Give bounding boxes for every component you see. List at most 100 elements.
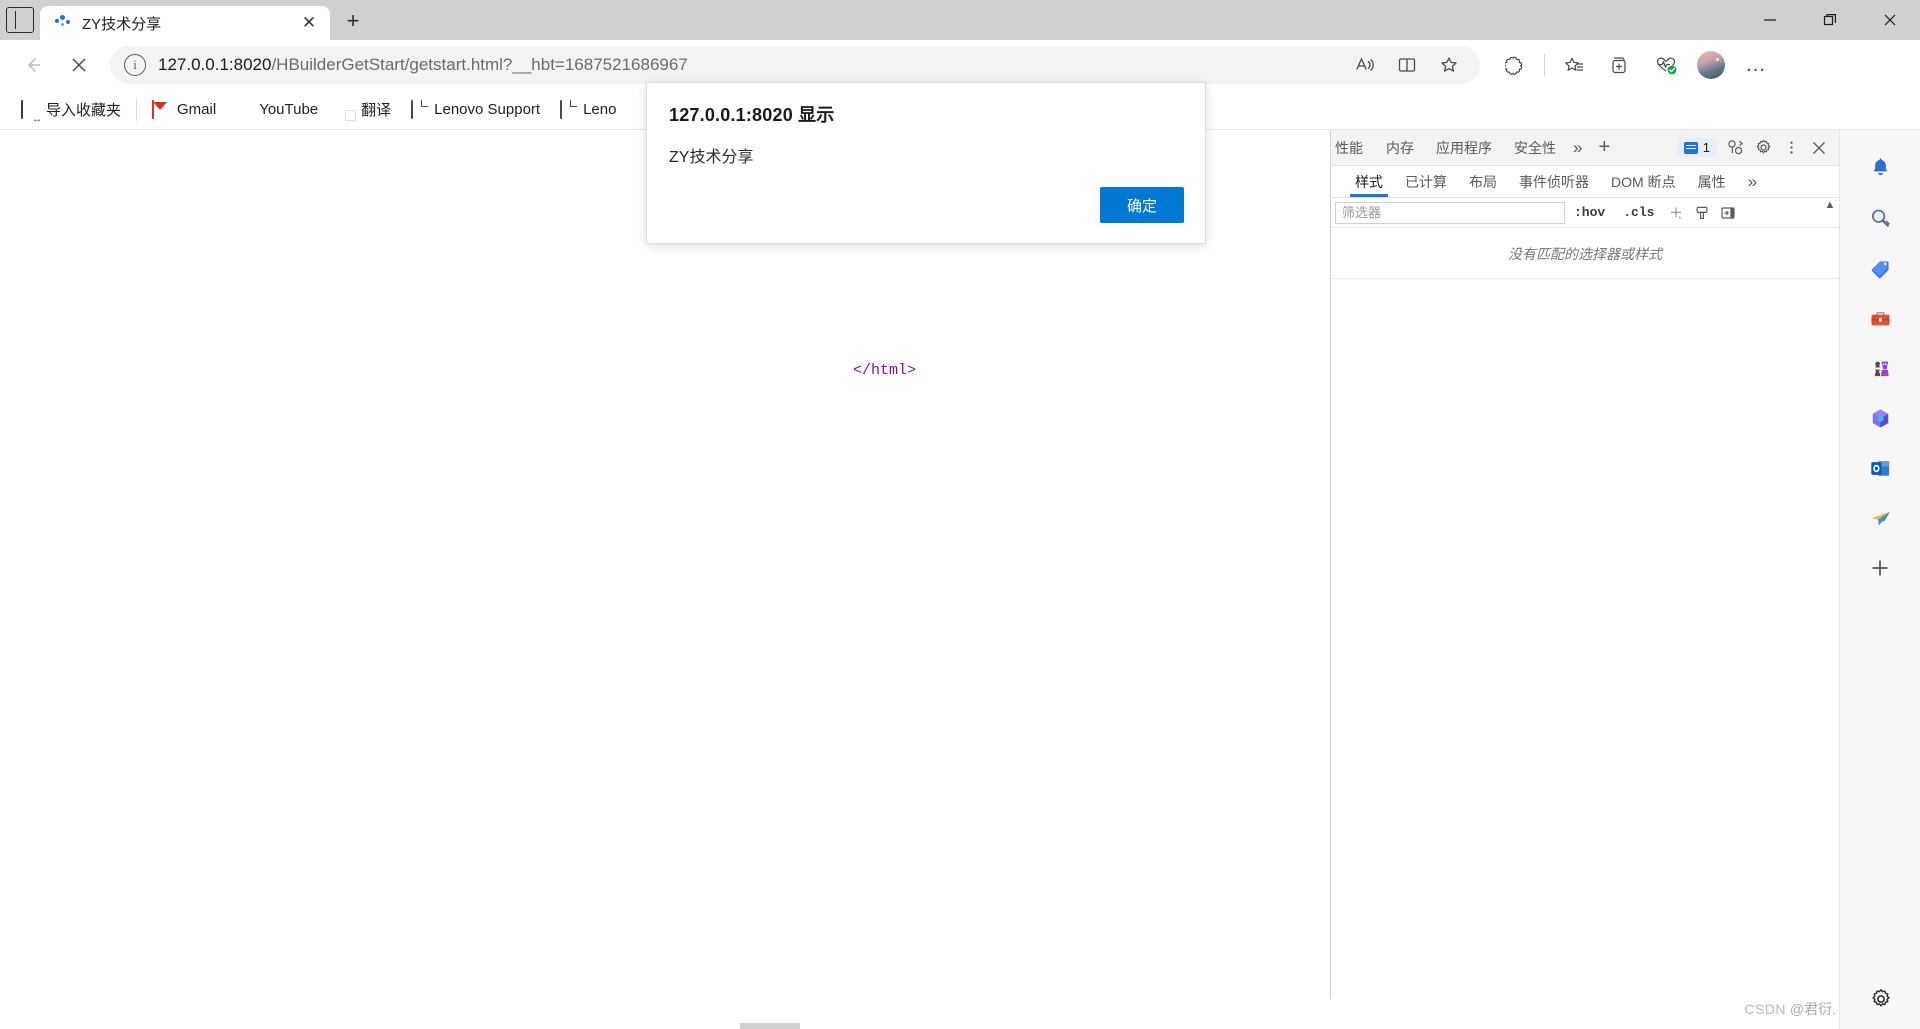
favorite-star-icon[interactable] [1430, 46, 1468, 84]
import-favorites-icon [21, 99, 39, 119]
bookmark-label: 导入收藏夹 [46, 102, 122, 119]
page-dom-closing-tag: </html> [853, 362, 917, 379]
more-settings-icon[interactable]: … [1737, 46, 1775, 84]
page-horizontal-scrollbar[interactable] [740, 1023, 800, 1029]
bookmark-label: 翻译 [361, 102, 392, 119]
new-tab-button[interactable]: + [336, 4, 370, 38]
google-translate-icon [336, 101, 354, 119]
javascript-alert-dialog: 127.0.0.1:8020 显示 ZY技术分享 确定 [646, 82, 1206, 244]
gmail-icon [152, 99, 170, 119]
devtools-subtabs-more-icon[interactable]: » [1737, 166, 1768, 197]
microsoft-365-icon[interactable] [1860, 398, 1900, 438]
extensions-icon[interactable] [1496, 46, 1534, 84]
styles-empty-message: 没有匹配的选择器或样式 [1331, 228, 1839, 279]
settings-gear-icon[interactable] [1861, 979, 1901, 1019]
bookmark-translate[interactable]: 翻译 [327, 95, 400, 125]
url-host: 127.0.0.1:8020 [158, 55, 272, 74]
collections-icon[interactable] [1555, 46, 1593, 84]
browser-essentials-icon[interactable] [1647, 46, 1685, 84]
bookmark-label: Leno [583, 101, 617, 118]
bookmark-label: Gmail [177, 101, 217, 118]
tab-search-button[interactable] [0, 0, 40, 40]
devtools-more-tabs-icon[interactable]: » [1567, 138, 1588, 158]
devices-icon[interactable] [1721, 134, 1749, 162]
close-window-button[interactable] [1860, 0, 1920, 40]
url-path: /HBuilderGetStart/getstart.html?__hbt=16… [271, 55, 688, 74]
devtools-subtab-event-listeners[interactable]: 事件侦听器 [1508, 166, 1600, 197]
window-controls [1740, 0, 1920, 40]
toggle-element-classes[interactable]: .cls [1614, 205, 1663, 220]
settings-gear-icon[interactable] [1749, 134, 1777, 162]
bookmark-label: YouTube [259, 101, 319, 118]
minimize-button[interactable] [1740, 0, 1800, 40]
element-state-icon[interactable] [1689, 202, 1715, 224]
devtools-add-tab-button[interactable]: + [1588, 136, 1620, 159]
alert-title: 127.0.0.1:8020 显示 [669, 105, 835, 125]
tab-close-button[interactable]: ✕ [296, 10, 322, 36]
bookmark-lenovo-second[interactable]: Leno [549, 95, 625, 125]
split-screen-icon[interactable] [1388, 46, 1426, 84]
devtools-subtab-layout[interactable]: 布局 [1458, 166, 1508, 197]
alert-ok-button[interactable]: 确定 [1100, 187, 1184, 223]
omnibox-actions [1344, 46, 1470, 84]
toolbar-divider [1544, 54, 1545, 76]
bookmark-gmail[interactable]: Gmail [143, 95, 225, 125]
youtube-icon [234, 101, 252, 119]
devtools-subtab-styles[interactable]: 样式 [1344, 166, 1394, 197]
issues-count: 1 [1702, 140, 1710, 155]
devtools-subtab-dom-breakpoints[interactable]: DOM 断点 [1600, 166, 1687, 197]
devtools-close-icon[interactable] [1805, 134, 1833, 162]
browser-tab-active[interactable]: ZY技术分享 ✕ [40, 6, 330, 40]
bookmark-import-favorites[interactable]: 导入收藏夹 [12, 95, 130, 125]
watermark-brand: CSDN [1744, 1001, 1786, 1017]
zy-dots-icon [54, 14, 72, 32]
profile-avatar[interactable] [1697, 51, 1725, 79]
computed-sidebar-icon[interactable] [1715, 202, 1741, 224]
telegram-icon[interactable] [1860, 498, 1900, 538]
devtools-toolbar: 性能 内存 应用程序 安全性 » + 1 [1331, 130, 1839, 166]
browser-tabs-icon[interactable] [1601, 46, 1639, 84]
devtools-tab-security[interactable]: 安全性 [1503, 130, 1567, 166]
address-bar[interactable]: i 127.0.0.1:8020/HBuilderGetStart/getsta… [110, 46, 1480, 84]
site-info-icon[interactable]: i [124, 54, 146, 76]
back-button[interactable] [14, 46, 52, 84]
bookmark-lenovo-support[interactable]: Lenovo Support [400, 95, 549, 125]
stop-loading-button[interactable] [60, 46, 98, 84]
tab-search-icon [6, 7, 34, 33]
add-sidebar-app-icon[interactable] [1860, 548, 1900, 588]
devtools-tab-performance[interactable]: 性能 [1335, 130, 1375, 166]
read-aloud-icon[interactable] [1346, 46, 1384, 84]
title-bar: ZY技术分享 ✕ + [0, 0, 1920, 40]
devtools-sidebar-tabs: 样式 已计算 布局 事件侦听器 DOM 断点 属性 » [1331, 166, 1839, 198]
shopping-tag-icon[interactable] [1860, 248, 1900, 288]
devtools-tab-application[interactable]: 应用程序 [1425, 130, 1503, 166]
restore-button[interactable] [1800, 0, 1860, 40]
toggle-hover-state[interactable]: :hov [1565, 205, 1614, 220]
more-vertical-icon[interactable] [1777, 134, 1805, 162]
notifications-icon[interactable] [1860, 148, 1900, 188]
watermark: CSDN @君衍. [1744, 999, 1836, 1019]
doc-icon [558, 99, 576, 119]
bookmark-label: Lenovo Support [434, 101, 541, 118]
devtools-panel: 性能 内存 应用程序 安全性 » + 1 样式 已计算 布局 事件侦听器 DOM… [1331, 130, 1839, 1029]
page-viewport: </html> [0, 130, 1331, 999]
outlook-icon[interactable] [1860, 448, 1900, 488]
devtools-subtab-properties[interactable]: 属性 [1687, 166, 1737, 197]
bookmark-youtube[interactable]: YouTube [225, 95, 327, 125]
search-icon[interactable] [1860, 198, 1900, 238]
tools-briefcase-icon[interactable] [1860, 298, 1900, 338]
devtools-scroll-up-icon[interactable]: ▲ [1823, 198, 1837, 212]
issues-icon [1683, 141, 1698, 154]
new-style-rule-icon[interactable] [1663, 202, 1689, 224]
toolbar-right: … [1492, 46, 1779, 84]
devtools-styles-filter-row: 筛选器 :hov .cls [1331, 198, 1839, 228]
devtools-subtab-computed[interactable]: 已计算 [1394, 166, 1458, 197]
tab-title: ZY技术分享 [82, 15, 162, 33]
doc-icon [409, 99, 427, 119]
games-icon[interactable] [1860, 348, 1900, 388]
devtools-tab-memory[interactable]: 内存 [1375, 130, 1425, 166]
edge-sidebar-bottom [1840, 979, 1920, 1019]
devtools-issues-badge[interactable]: 1 [1676, 138, 1717, 157]
address-bar-text: 127.0.0.1:8020/HBuilderGetStart/getstart… [158, 55, 1344, 75]
styles-filter-input[interactable]: 筛选器 [1335, 201, 1565, 224]
